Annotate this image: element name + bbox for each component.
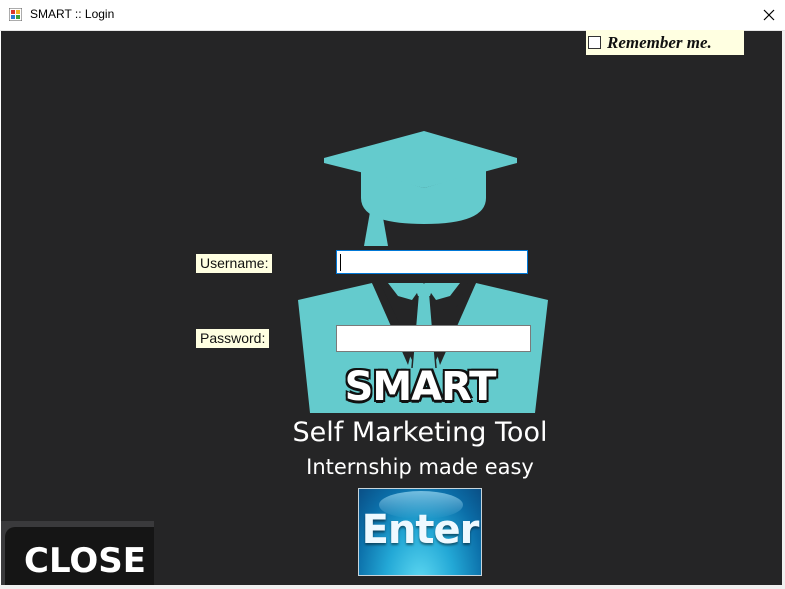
- password-label: Password:: [196, 329, 270, 348]
- remember-me-checkbox[interactable]: Remember me.: [586, 30, 744, 55]
- enter-button-label: Enter: [361, 507, 480, 553]
- username-label: Username:: [196, 254, 273, 273]
- window-border-bottom: [0, 585, 785, 589]
- username-input[interactable]: [336, 250, 528, 274]
- close-button[interactable]: CLOSE: [1, 521, 154, 585]
- close-button-label: CLOSE: [24, 541, 147, 581]
- text-caret: [340, 254, 341, 271]
- title-bar: SMART :: Login: [0, 0, 785, 31]
- brand-subtitle: Self Marketing Tool: [292, 417, 548, 448]
- brand-tagline: Internship made easy: [306, 455, 534, 479]
- app-window-icon: [9, 8, 22, 21]
- close-button-face: CLOSE: [5, 527, 154, 585]
- brand-title: SMART: [344, 364, 497, 410]
- remember-checkbox-box[interactable]: [588, 36, 601, 49]
- window-title: SMART :: Login: [30, 7, 115, 21]
- remember-me-label: Remember me.: [607, 32, 712, 52]
- window-close-button[interactable]: [753, 0, 785, 30]
- close-icon: [763, 9, 775, 21]
- enter-button[interactable]: Enter: [358, 488, 482, 576]
- password-input[interactable]: [336, 325, 531, 352]
